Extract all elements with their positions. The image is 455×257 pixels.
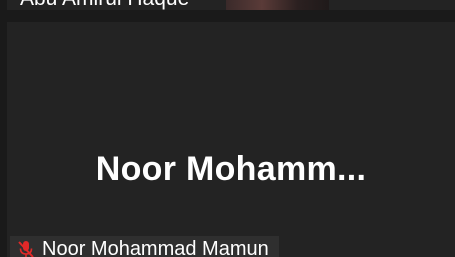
- participant-name-label: Abu Amirul Haque: [20, 0, 189, 11]
- participant-name-badge: Noor Mohammad Mamun: [10, 236, 279, 257]
- participant-name-label: Noor Mohammad Mamun: [42, 237, 269, 257]
- participant-tile[interactable]: Noor Mohamm...: [7, 22, 455, 257]
- participant-video-thumbnail: [226, 0, 329, 10]
- video-gallery: Abu Amirul Haque Noor Mohamm... Noor Moh…: [0, 0, 455, 257]
- participant-display-name: Noor Mohamm...: [95, 150, 367, 188]
- mic-muted-icon: [16, 239, 36, 257]
